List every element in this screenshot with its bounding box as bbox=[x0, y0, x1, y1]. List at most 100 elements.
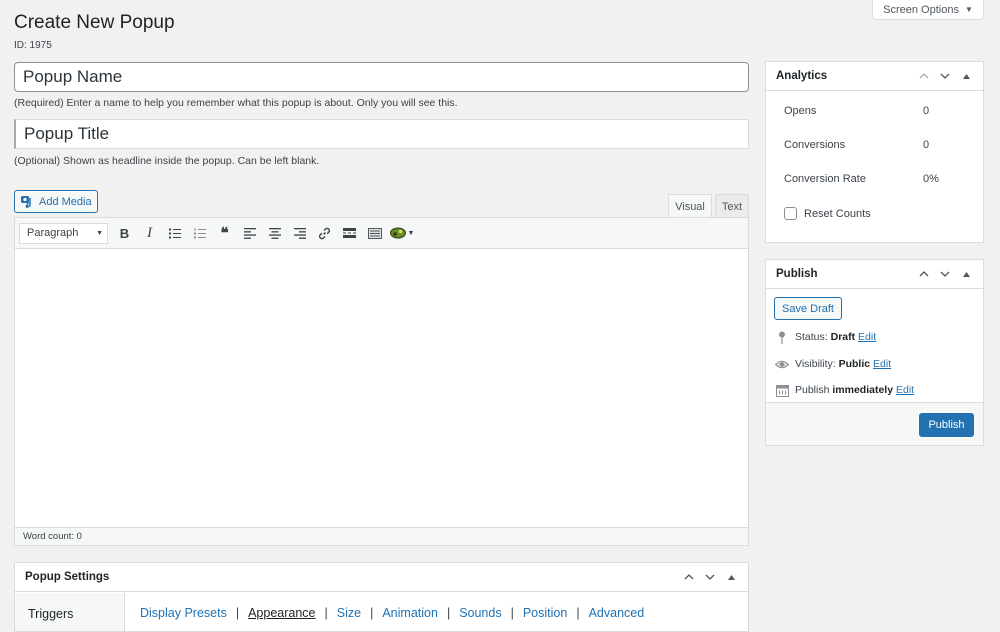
subnav-advanced[interactable]: Advanced bbox=[589, 606, 645, 620]
subnav-sounds[interactable]: Sounds bbox=[459, 606, 501, 620]
tab-visual[interactable]: Visual bbox=[668, 194, 712, 218]
media-icon bbox=[21, 195, 34, 208]
calendar-icon bbox=[775, 383, 789, 397]
word-count: Word count: 0 bbox=[23, 531, 82, 542]
edit-visibility-link[interactable]: Edit bbox=[873, 358, 891, 370]
publish-actions: Publish bbox=[766, 402, 983, 445]
bold-icon: B bbox=[119, 225, 130, 241]
move-down-icon[interactable] bbox=[938, 69, 952, 83]
tab-visual-label: Visual bbox=[675, 200, 705, 213]
move-down-icon[interactable] bbox=[938, 267, 952, 281]
blockquote-button[interactable]: ❝ bbox=[212, 221, 237, 245]
editor-content-area[interactable] bbox=[15, 249, 748, 527]
editor-status-bar: Word count: 0 bbox=[15, 527, 748, 545]
publish-button[interactable]: Publish bbox=[919, 413, 974, 437]
settings-nav: Triggers bbox=[15, 593, 125, 631]
publish-header: Publish bbox=[766, 260, 983, 289]
collapse-toggle-icon[interactable] bbox=[724, 570, 738, 584]
publish-title: Publish bbox=[776, 268, 818, 280]
analytics-label: Conversions bbox=[784, 139, 846, 151]
analytics-row-conversions: Conversions 0 bbox=[784, 139, 963, 151]
publish-button-label: Publish bbox=[928, 419, 965, 431]
popup-name-help: (Required) Enter a name to help you reme… bbox=[14, 97, 458, 109]
collapse-toggle-icon[interactable] bbox=[959, 69, 973, 83]
analytics-value: 0 bbox=[923, 139, 930, 151]
save-draft-button[interactable]: Save Draft bbox=[774, 297, 842, 320]
page-title: Create New Popup bbox=[14, 12, 175, 33]
edit-status-link[interactable]: Edit bbox=[858, 331, 876, 343]
popup-title-value: Popup Title bbox=[24, 124, 110, 143]
bold-button[interactable]: B bbox=[112, 221, 137, 245]
custom-plugin-button[interactable]: ▼ bbox=[387, 221, 417, 245]
editor-toolbar: Paragraph ▼ B I ❝ ▼ bbox=[15, 218, 748, 249]
screen-options-button[interactable]: Screen Options ▼ bbox=[872, 0, 984, 20]
tab-text-label: Text bbox=[721, 200, 743, 213]
popup-settings-header: Popup Settings bbox=[15, 563, 748, 592]
schedule-label: Publish bbox=[795, 384, 830, 396]
separator: | bbox=[576, 606, 580, 620]
separator: | bbox=[510, 606, 514, 620]
align-center-button[interactable] bbox=[262, 221, 287, 245]
blockquote-icon: ❝ bbox=[220, 224, 229, 242]
separator: | bbox=[370, 606, 374, 620]
analytics-row-conversion-rate: Conversion Rate 0% bbox=[784, 173, 963, 185]
analytics-label: Opens bbox=[784, 105, 817, 117]
visibility-value: Public bbox=[838, 358, 871, 370]
add-media-label: Add Media bbox=[39, 195, 92, 208]
edit-schedule-link[interactable]: Edit bbox=[896, 384, 914, 396]
screen-options-label: Screen Options bbox=[883, 3, 959, 16]
subnav-position[interactable]: Position bbox=[523, 606, 567, 620]
subnav-display-presets[interactable]: Display Presets bbox=[140, 606, 227, 620]
separator: | bbox=[235, 606, 240, 620]
eye-icon bbox=[775, 357, 789, 371]
caret-down-icon: ▼ bbox=[964, 5, 973, 14]
visibility-row: Visibility: Public Edit bbox=[775, 357, 891, 371]
toolbar-toggle-icon bbox=[367, 227, 382, 239]
pin-icon bbox=[775, 330, 789, 344]
popup-title-help: (Optional) Shown as headline inside the … bbox=[14, 155, 320, 167]
settings-subnav: Display Presets | Appearance | Size | An… bbox=[140, 606, 644, 620]
settings-nav-triggers[interactable]: Triggers bbox=[15, 593, 124, 621]
align-right-button[interactable] bbox=[287, 221, 312, 245]
separator: | bbox=[446, 606, 451, 620]
align-left-icon bbox=[243, 227, 256, 239]
toolbar-toggle-button[interactable] bbox=[362, 221, 387, 245]
read-more-button[interactable] bbox=[337, 221, 362, 245]
italic-button[interactable]: I bbox=[137, 221, 162, 245]
save-draft-label: Save Draft bbox=[782, 302, 834, 315]
schedule-row: Publish immediately Edit bbox=[775, 383, 914, 397]
schedule-value: immediately bbox=[832, 384, 894, 396]
move-up-icon[interactable] bbox=[917, 267, 931, 281]
align-left-button[interactable] bbox=[237, 221, 262, 245]
reset-counts-label: Reset Counts bbox=[804, 207, 871, 220]
move-up-icon[interactable] bbox=[917, 69, 931, 83]
bulleted-list-icon bbox=[168, 228, 181, 238]
collapse-toggle-icon[interactable] bbox=[959, 267, 973, 281]
add-media-button[interactable]: Add Media bbox=[14, 190, 98, 213]
popup-title-input[interactable]: Popup Title bbox=[14, 119, 749, 149]
move-down-icon[interactable] bbox=[703, 570, 717, 584]
format-select-value: Paragraph bbox=[27, 227, 79, 239]
custom-plugin-icon bbox=[389, 227, 406, 239]
subnav-appearance[interactable]: Appearance bbox=[248, 606, 315, 620]
move-up-icon[interactable] bbox=[682, 570, 696, 584]
link-button[interactable] bbox=[312, 221, 337, 245]
bulleted-list-button[interactable] bbox=[162, 221, 187, 245]
tab-text[interactable]: Text bbox=[715, 194, 749, 218]
popup-name-input[interactable]: Popup Name bbox=[14, 62, 749, 92]
caret-down-icon: ▼ bbox=[96, 229, 103, 237]
format-select[interactable]: Paragraph ▼ bbox=[19, 222, 108, 244]
reset-counts-option[interactable]: Reset Counts bbox=[784, 207, 871, 220]
numbered-list-button[interactable] bbox=[187, 221, 212, 245]
subnav-animation[interactable]: Animation bbox=[382, 606, 438, 620]
reset-counts-checkbox[interactable] bbox=[784, 207, 797, 220]
analytics-value: 0% bbox=[923, 173, 939, 185]
content-editor: Paragraph ▼ B I ❝ ▼ Word count: 0 bbox=[14, 217, 749, 546]
status-row: Status: Draft Edit bbox=[775, 330, 876, 344]
align-right-icon bbox=[293, 227, 306, 239]
subnav-size[interactable]: Size bbox=[337, 606, 361, 620]
read-more-icon bbox=[343, 228, 356, 238]
popup-settings-panel: Popup Settings Triggers Display Presets … bbox=[14, 562, 749, 632]
italic-icon: I bbox=[147, 224, 152, 241]
popup-id: ID: 1975 bbox=[14, 40, 52, 51]
